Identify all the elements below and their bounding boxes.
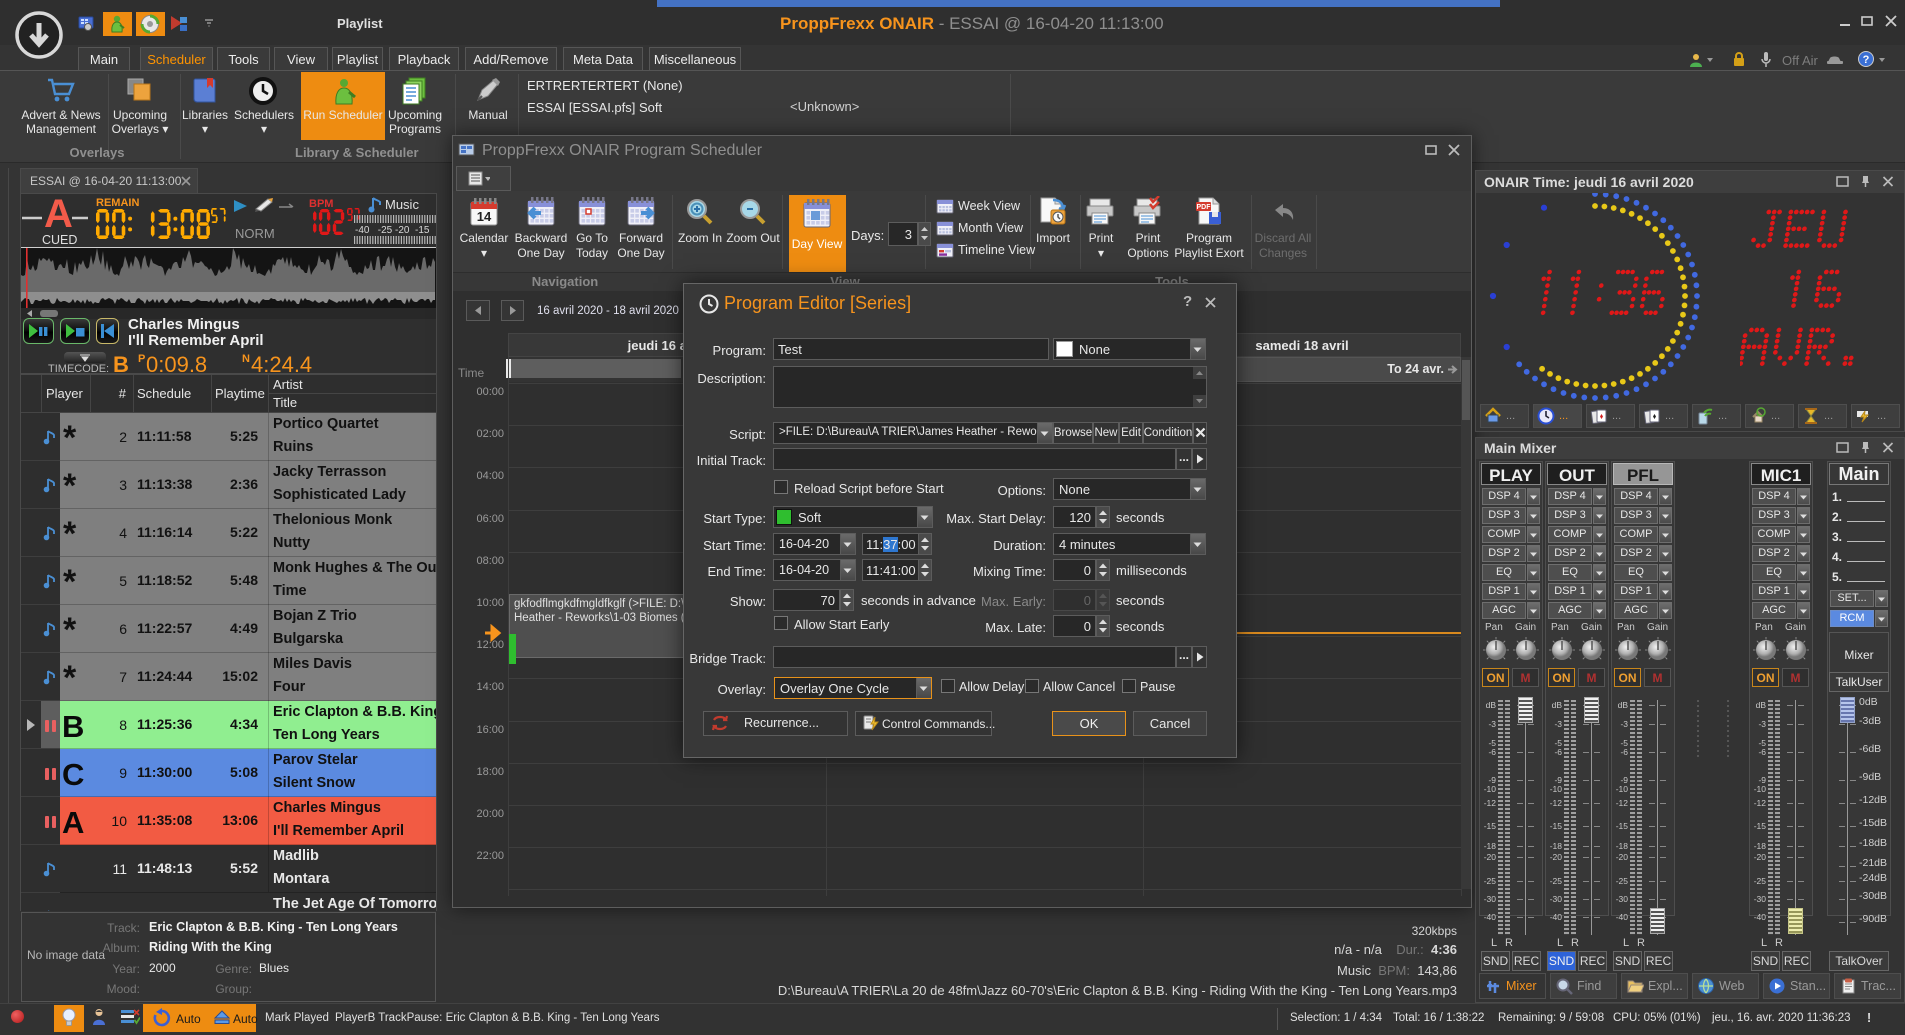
svg-text:PDF: PDF — [1197, 204, 1212, 211]
svg-text:?: ? — [1863, 54, 1870, 66]
svg-text:14: 14 — [477, 209, 492, 224]
